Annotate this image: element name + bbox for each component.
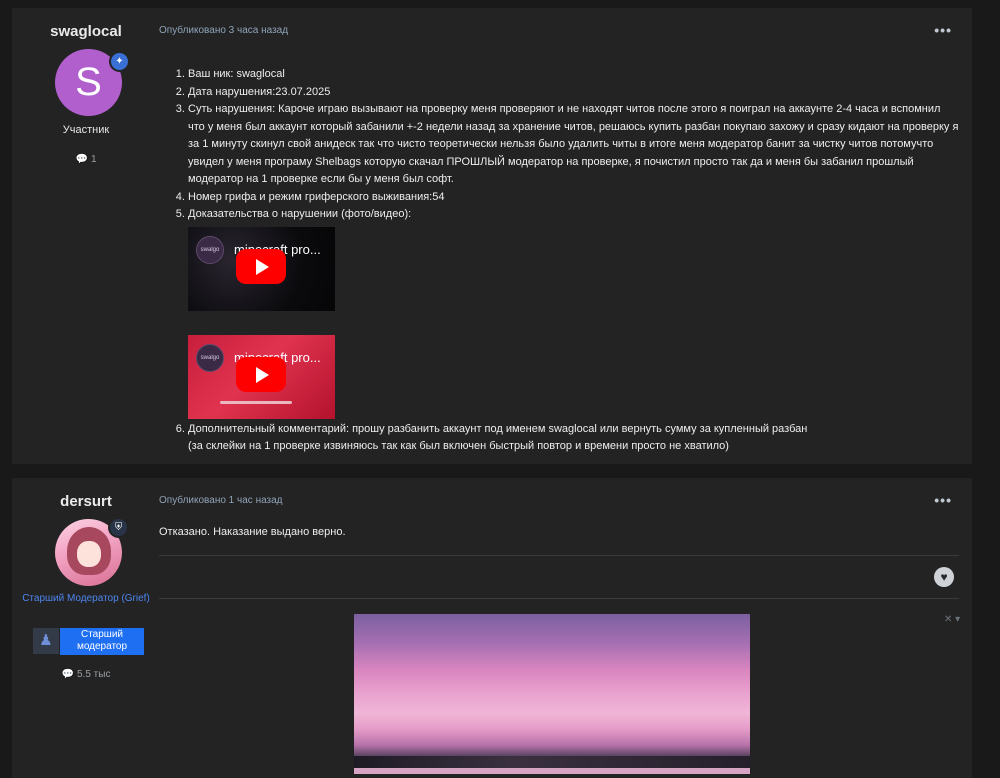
play-button-icon[interactable] — [236, 248, 286, 284]
post-count: 💬 5.5 тыс — [61, 669, 111, 680]
video-progress-bar — [220, 400, 292, 404]
list-item: Дополнительный комментарий: прошу разбан… — [188, 421, 960, 456]
divider — [159, 598, 959, 599]
post-card: dersurt ⛨ Старший Модератор (Grief) ♟ Ст… — [12, 478, 972, 778]
post-menu-button[interactable]: ••• — [934, 22, 952, 38]
list-item: Дата нарушения:23.07.2025 — [188, 84, 960, 102]
heart-icon[interactable]: ♥ — [934, 567, 954, 587]
published-time[interactable]: Опубликовано 3 часа назад — [159, 25, 288, 36]
close-icon[interactable]: ✕ ▾ — [944, 614, 960, 625]
comment-icon: 💬 — [75, 154, 88, 165]
rank-badge-icon: ✦ — [109, 51, 130, 72]
list-item: Доказательства о нарушении (фото/видео):… — [188, 206, 960, 421]
avatar-face — [77, 541, 101, 567]
channel-avatar: swalgo — [196, 235, 224, 264]
published-time[interactable]: Опубликовано 1 час назад — [159, 495, 283, 506]
post-card: swaglocal S ✦ Участник 💬 1 Опубликовано 3… — [12, 8, 972, 464]
comment-icon: 💬 — [61, 669, 74, 680]
water — [354, 768, 750, 774]
author-name-link[interactable]: swaglocal — [12, 23, 160, 40]
staff-badge: ♟ Старший модератор — [33, 628, 144, 655]
post-menu-button[interactable]: ••• — [934, 492, 952, 508]
moderator-icon: ♟ — [33, 628, 59, 654]
video-embed[interactable]: swalgo minecraft pro... — [188, 334, 335, 419]
post-count: 💬 1 — [75, 154, 97, 165]
post-text: Отказано. Наказание выдано верно. — [159, 526, 346, 538]
sunset-image — [354, 614, 750, 774]
post-content: Ваш ник: swaglocal Дата нарушения:23.07.… — [170, 66, 960, 456]
shield-icon: ⛨ — [108, 517, 129, 538]
author-name-link[interactable]: dersurt — [12, 493, 160, 510]
member-role[interactable]: Старший Модератор (Grief) — [12, 592, 160, 605]
tree-line — [354, 756, 750, 768]
video-embed[interactable]: swalgo minecraft pro... — [188, 226, 335, 311]
list-item: Суть нарушения: Кароче играю вызывают на… — [188, 101, 960, 189]
list-item: Ваш ник: swaglocal — [188, 66, 960, 84]
list-item: Номер грифа и режим гриферского выживани… — [188, 189, 960, 207]
divider — [159, 555, 959, 556]
play-button-icon[interactable] — [236, 356, 286, 392]
list-item-continuation: (за склейки на 1 проверке извиняюсь так … — [188, 440, 729, 452]
channel-avatar: swalgo — [196, 343, 224, 372]
member-role: Участник — [62, 124, 110, 136]
staff-badge-label: Старший модератор — [60, 628, 144, 655]
